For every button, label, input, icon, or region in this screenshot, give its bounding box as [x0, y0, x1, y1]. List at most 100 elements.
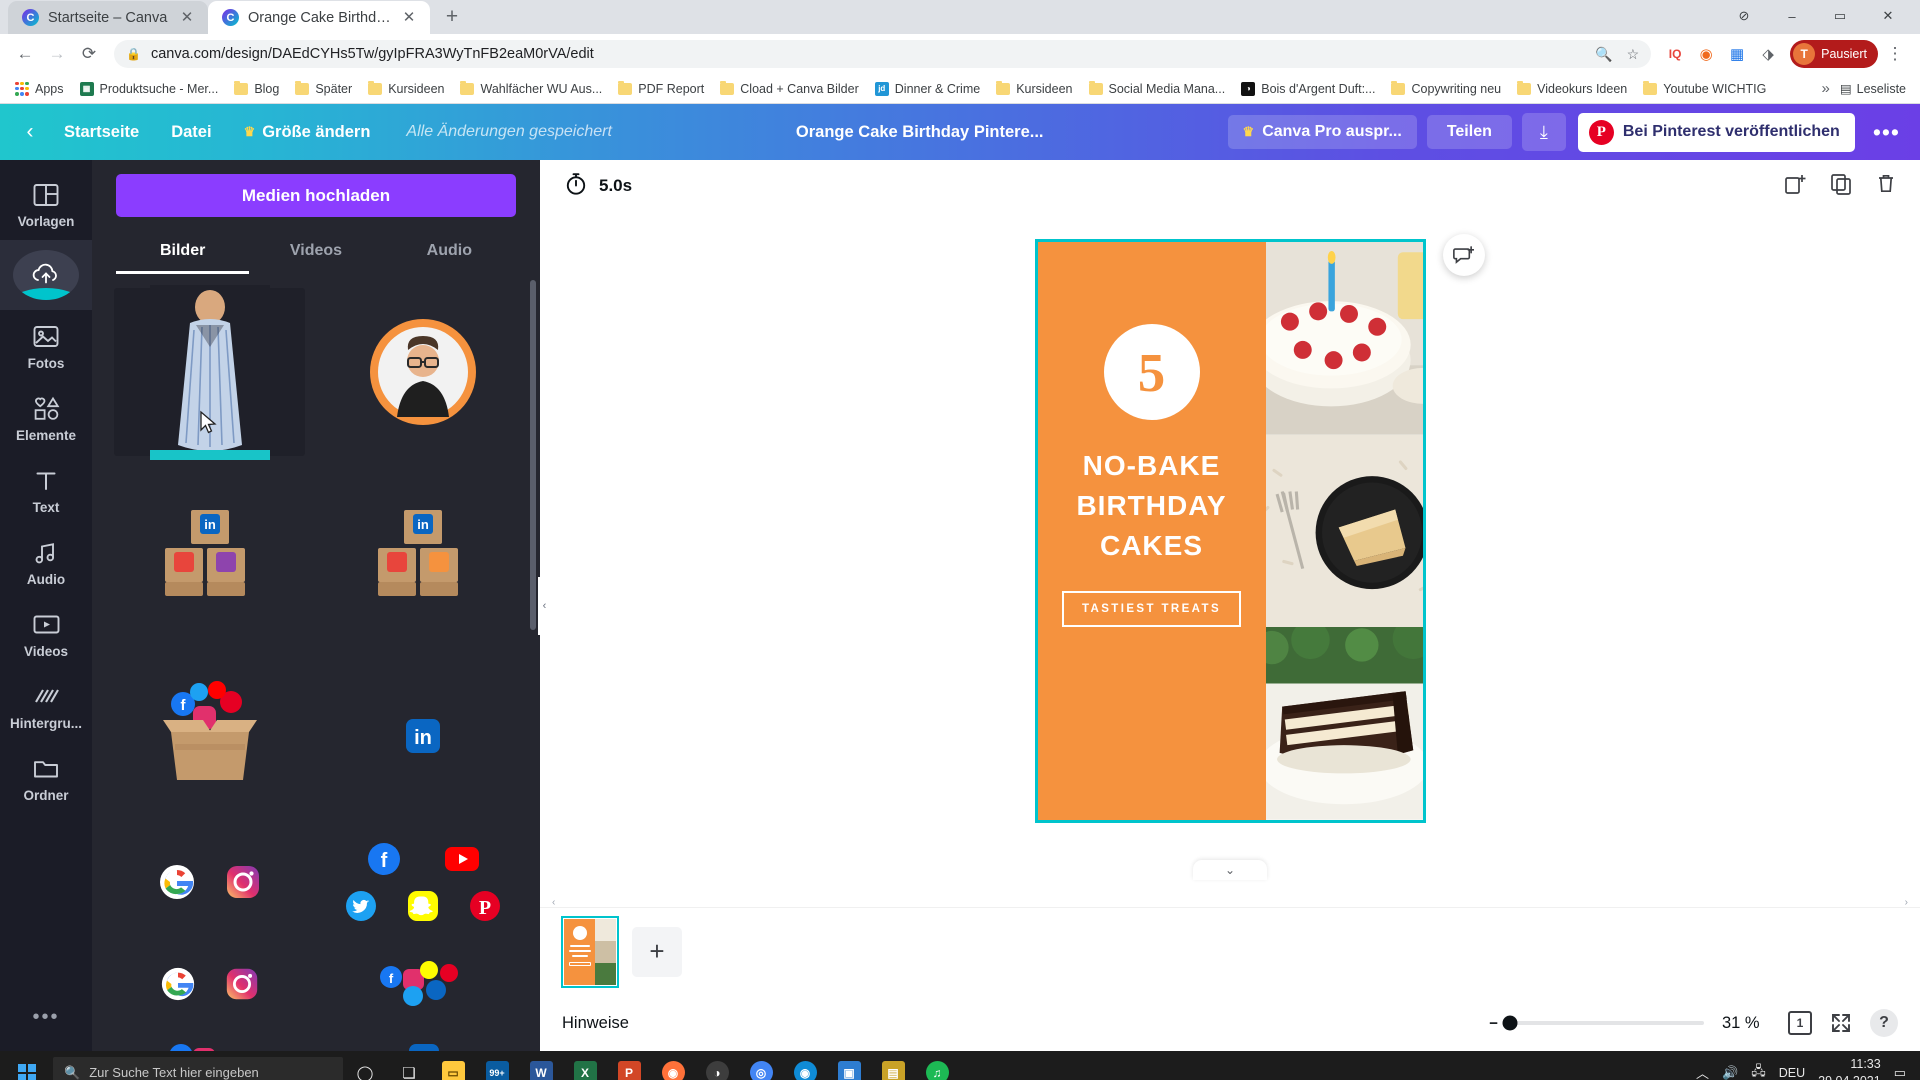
excel-app[interactable]: X: [563, 1051, 607, 1080]
download-icon[interactable]: ⤓: [1521, 113, 1566, 151]
share-button[interactable]: Teilen: [1426, 115, 1512, 149]
design-title[interactable]: Orange Cake Birthday Pintere...: [796, 123, 1044, 142]
tab-videos[interactable]: Videos: [249, 233, 382, 274]
tab-bilder[interactable]: Bilder: [116, 233, 250, 274]
horizontal-scrollbar[interactable]: ‹ ›: [540, 897, 1920, 908]
close-icon[interactable]: ✕: [400, 9, 418, 27]
resize-button[interactable]: ♛ Größe ändern: [230, 116, 385, 149]
sidebar-item-fotos[interactable]: Fotos: [0, 310, 92, 382]
delete-page-icon[interactable]: [1876, 173, 1896, 199]
media-item[interactable]: f P: [327, 834, 518, 930]
sidebar-item-elemente[interactable]: Elemente: [0, 382, 92, 454]
bookmark-copywriting[interactable]: Copywriting neu: [1384, 79, 1508, 99]
bookmark-dinner-crime[interactable]: jd Dinner & Crime: [868, 79, 987, 99]
sidebar-item-uploads[interactable]: [0, 240, 92, 310]
collapse-panel-button[interactable]: ‹: [538, 576, 551, 635]
sidebar-item-vorlagen[interactable]: Vorlagen: [0, 168, 92, 240]
cortana-circle-icon[interactable]: ◯: [343, 1051, 387, 1080]
file-explorer-app[interactable]: ▭: [431, 1051, 475, 1080]
bookmark-cload-canva[interactable]: Cload + Canva Bilder: [713, 79, 865, 99]
bookmark-videokurs[interactable]: Videokurs Ideen: [1510, 79, 1634, 99]
iq-extension-icon[interactable]: IQ: [1661, 40, 1689, 68]
minimize-button[interactable]: –: [1770, 2, 1814, 30]
panel-scrollbar[interactable]: [530, 280, 536, 630]
three-dot-menu-icon[interactable]: •••: [32, 988, 59, 1051]
design-canvas[interactable]: 5 NO-BAKE BIRTHDAY CAKES TASTIEST TREATS: [1034, 234, 1485, 880]
chevron-left-icon[interactable]: ‹: [14, 120, 46, 144]
page-count-button[interactable]: 1: [1788, 1011, 1812, 1035]
bookmark-pdf-report[interactable]: PDF Report: [611, 79, 711, 99]
bookmark-kursideen-1[interactable]: Kursideen: [361, 79, 451, 99]
add-comment-icon[interactable]: [1442, 234, 1485, 276]
media-item[interactable]: [114, 944, 305, 1024]
back-button[interactable]: ←: [10, 39, 40, 69]
spotify-app[interactable]: ♫: [915, 1051, 959, 1080]
bookmark-spaeter[interactable]: Später: [288, 79, 359, 99]
address-bar[interactable]: 🔒 canva.com/design/DAEdCYHs5Tw/gyIpFRA3W…: [114, 40, 1652, 68]
bookmark-bois-dargent[interactable]: ◑ Bois d'Argent Duft:...: [1234, 79, 1382, 99]
media-item[interactable]: [327, 288, 518, 456]
media-item[interactable]: f: [114, 652, 305, 820]
media-item[interactable]: f: [327, 944, 518, 1024]
network-icon[interactable]: 🖧: [1751, 1062, 1766, 1080]
word-app[interactable]: W: [519, 1051, 563, 1080]
bookmark-blog[interactable]: Blog: [227, 79, 286, 99]
reading-list-button[interactable]: ▤ Leseliste: [1840, 81, 1912, 97]
home-button[interactable]: Startseite: [50, 116, 153, 149]
sidebar-item-videos[interactable]: Videos: [0, 598, 92, 670]
sidebar-item-ordner[interactable]: Ordner: [0, 742, 92, 814]
canvas-area[interactable]: 5 NO-BAKE BIRTHDAY CAKES TASTIEST TREATS: [540, 212, 1920, 897]
close-icon[interactable]: ✕: [178, 9, 196, 27]
forward-button[interactable]: →: [42, 39, 72, 69]
extra-window-icon[interactable]: ⊘: [1722, 2, 1766, 30]
browser-tab-2[interactable]: C Orange Cake Birthday Pinterest C ✕: [208, 1, 430, 34]
canva-pro-trial-button[interactable]: ♛ Canva Pro auspr...: [1227, 115, 1417, 149]
page-thumbnail-1[interactable]: [561, 915, 619, 988]
photos-app[interactable]: ▤: [871, 1051, 915, 1080]
puzzle-extension-icon[interactable]: ⬗: [1754, 40, 1782, 68]
clock[interactable]: 11:33 29.04.2021: [1818, 1056, 1881, 1080]
media-item[interactable]: in: [327, 652, 518, 820]
profile-button[interactable]: T Pausiert: [1790, 40, 1878, 68]
vivaldi-app[interactable]: ◑: [695, 1051, 739, 1080]
bookmark-apps[interactable]: Apps: [8, 79, 71, 99]
zoom-track[interactable]: [1502, 1015, 1704, 1031]
chrome-app[interactable]: ◎: [739, 1051, 783, 1080]
media-item[interactable]: in: [327, 1038, 518, 1051]
firefox-app[interactable]: ◉: [651, 1051, 695, 1080]
search-zoom-icon[interactable]: 🔍: [1595, 46, 1612, 63]
help-icon[interactable]: ?: [1870, 1009, 1898, 1037]
edge-app[interactable]: ◉: [783, 1051, 827, 1080]
sidebar-item-hintergrund[interactable]: Hintergru...: [0, 670, 92, 742]
media-item[interactable]: [114, 284, 305, 460]
scroll-left-icon[interactable]: ‹: [552, 897, 555, 908]
windows-start-icon[interactable]: [4, 1051, 50, 1080]
zoom-out-button[interactable]: −: [1489, 1015, 1498, 1032]
media-item[interactable]: [114, 834, 305, 930]
bookmark-youtube[interactable]: Youtube WICHTIG: [1636, 79, 1773, 99]
notification-icon[interactable]: ▭: [1894, 1065, 1906, 1080]
page-duration[interactable]: 5.0s: [564, 172, 632, 201]
taskbar-search-input[interactable]: 🔍 Zur Suche Text hier eingeben: [53, 1057, 343, 1080]
sidebar-item-audio[interactable]: Audio: [0, 526, 92, 598]
blue-extension-icon[interactable]: ▦: [1723, 40, 1751, 68]
notes-button[interactable]: Hinweise: [562, 1014, 629, 1033]
close-window-button[interactable]: ✕: [1866, 2, 1910, 30]
task-view-icon[interactable]: ❏: [387, 1051, 431, 1080]
add-page-button[interactable]: +: [632, 926, 682, 977]
zoom-knob[interactable]: [1502, 1015, 1518, 1031]
three-dot-menu-icon[interactable]: ⋮: [1880, 39, 1910, 69]
file-menu-button[interactable]: Datei: [157, 116, 225, 149]
tab-audio[interactable]: Audio: [383, 233, 516, 274]
language-indicator[interactable]: DEU: [1779, 1066, 1805, 1080]
page-collapse-button[interactable]: ⌄: [1193, 860, 1267, 880]
duplicate-page-icon[interactable]: [1830, 173, 1852, 200]
bookmark-kursideen-2[interactable]: Kursideen: [989, 79, 1079, 99]
zoom-slider[interactable]: −: [1489, 1015, 1704, 1032]
bookmarks-overflow-button[interactable]: »: [1814, 80, 1838, 97]
orange-extension-icon[interactable]: ◉: [1692, 40, 1720, 68]
media-item[interactable]: in: [327, 470, 518, 638]
new-tab-button[interactable]: +: [437, 2, 467, 32]
powerpoint-app[interactable]: P: [607, 1051, 651, 1080]
bookmark-star-icon[interactable]: ☆: [1627, 46, 1640, 63]
